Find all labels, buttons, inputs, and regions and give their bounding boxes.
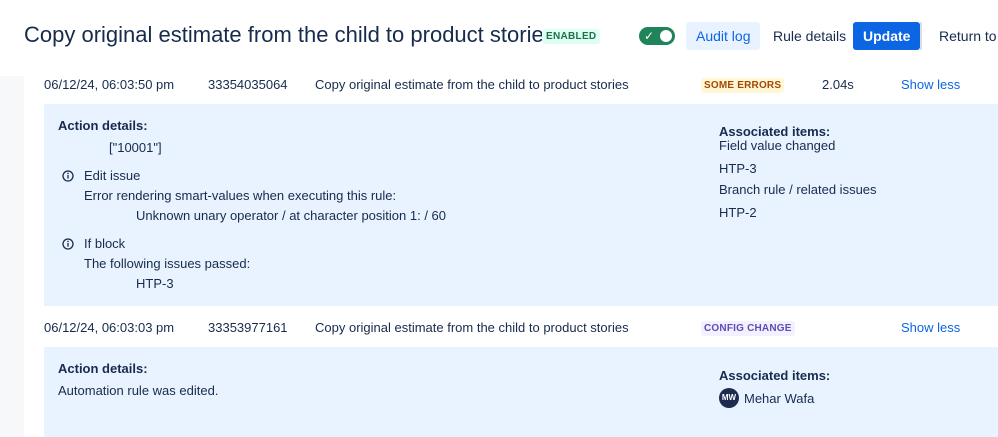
rule-enabled-toggle[interactable]: ✓ xyxy=(639,27,675,45)
check-icon: ✓ xyxy=(644,29,655,43)
entry-details-panel: Action details: Automation rule was edit… xyxy=(44,347,998,437)
show-less-link[interactable]: Show less xyxy=(901,320,960,336)
info-icon xyxy=(62,170,74,182)
if-block-link[interactable]: If block xyxy=(84,236,125,252)
associated-group: Branch rule / related issues xyxy=(719,182,877,197)
audit-entry-row[interactable]: 06/12/24, 06:03:50 pm 33354035064 Copy o… xyxy=(24,76,998,104)
page-title: Copy original estimate from the child to… xyxy=(24,22,555,47)
associated-group: Field value changed xyxy=(719,138,836,153)
associated-items-label: Associated items: xyxy=(719,368,831,383)
user-name[interactable]: Mehar Wafa xyxy=(744,391,814,407)
audit-log-list: 06/12/24, 06:03:50 pm 33354035064 Copy o… xyxy=(24,76,998,437)
edit-issue-link[interactable]: Edit issue xyxy=(84,168,140,184)
entry-id: 33353977161 xyxy=(208,320,288,335)
status-lozenge: CONFIG CHANGE xyxy=(701,321,795,336)
if-block-detail: HTP-3 xyxy=(136,276,174,291)
toggle-knob xyxy=(660,30,672,42)
audit-entry-row[interactable]: 06/12/24, 06:03:03 pm 33353977161 Copy o… xyxy=(24,319,998,347)
entry-date: 06/12/24, 06:03:50 pm xyxy=(44,77,175,92)
entry-details-panel: Action details: ["10001"] Edit issue Err… xyxy=(44,104,998,306)
return-button[interactable]: Return to r xyxy=(929,22,998,50)
action-value: ["10001"] xyxy=(109,140,162,155)
edit-issue-message: Error rendering smart-values when execut… xyxy=(84,188,397,203)
if-block-message: The following issues passed: xyxy=(84,256,251,271)
entry-date: 06/12/24, 06:03:03 pm xyxy=(44,320,175,335)
info-icon xyxy=(62,238,74,250)
action-details-label: Action details: xyxy=(58,118,148,133)
issue-link[interactable]: HTP-2 xyxy=(719,205,757,221)
entry-duration: 2.04s xyxy=(822,77,854,92)
status-lozenge: SOME ERRORS xyxy=(701,78,785,93)
header-divider xyxy=(920,22,922,50)
entry-rule-name: Copy original estimate from the child to… xyxy=(315,320,629,335)
issue-link[interactable]: HTP-3 xyxy=(719,161,757,177)
entry-id: 33354035064 xyxy=(208,77,288,92)
show-less-link[interactable]: Show less xyxy=(901,77,960,93)
status-badge: ENABLED xyxy=(542,29,601,44)
update-button[interactable]: Update xyxy=(853,22,921,50)
rule-details-button[interactable]: Rule details xyxy=(763,22,856,50)
page-header: Copy original estimate from the child to… xyxy=(0,0,998,76)
avatar: MW xyxy=(719,388,739,408)
audit-log-button[interactable]: Audit log xyxy=(686,22,761,50)
edit-issue-detail: Unknown unary operator / at character po… xyxy=(136,208,447,223)
action-message: Automation rule was edited. xyxy=(58,383,219,398)
entry-rule-name: Copy original estimate from the child to… xyxy=(315,77,629,92)
action-details-label: Action details: xyxy=(58,361,148,376)
